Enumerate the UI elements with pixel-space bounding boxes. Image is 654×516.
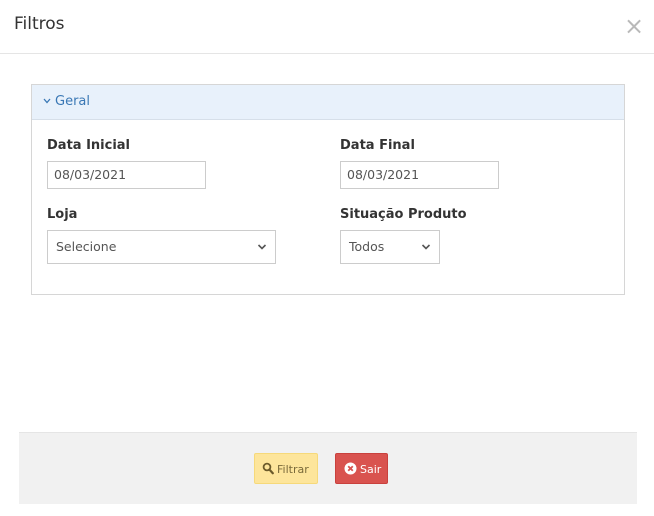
panel-title: Geral <box>55 94 90 109</box>
sair-label: Sair <box>360 463 382 476</box>
chevron-down-icon <box>257 244 267 250</box>
data-final-input[interactable]: 08/03/2021 <box>340 161 499 189</box>
panel-heading[interactable]: Geral <box>32 85 624 120</box>
situacao-produto-label: Situação Produto <box>340 207 467 222</box>
chevron-down-icon <box>43 98 51 104</box>
times-circle-icon <box>344 462 357 475</box>
search-icon <box>262 462 274 475</box>
loja-select[interactable]: Selecione <box>47 230 276 264</box>
situacao-produto-selected-value: Todos <box>349 239 385 254</box>
modal-footer: Filtrar Sair <box>19 432 637 504</box>
data-inicial-label: Data Inicial <box>47 138 131 153</box>
modal-title: Filtros <box>14 14 65 34</box>
close-icon: × <box>624 12 645 40</box>
loja-selected-value: Selecione <box>56 239 117 254</box>
loja-label: Loja <box>47 207 78 222</box>
sair-button[interactable]: Sair <box>335 453 388 484</box>
close-button[interactable]: × <box>624 12 645 40</box>
chevron-down-icon <box>421 244 431 250</box>
filtrar-label: Filtrar <box>277 463 309 476</box>
situacao-produto-select[interactable]: Todos <box>340 230 440 264</box>
filter-panel-geral: Geral Data Inicial 08/03/2021 Data Final… <box>31 84 625 295</box>
data-inicial-input[interactable]: 08/03/2021 <box>47 161 206 189</box>
modal-header: Filtros × <box>0 0 654 54</box>
data-final-label: Data Final <box>340 138 415 153</box>
filtrar-button[interactable]: Filtrar <box>254 453 318 484</box>
